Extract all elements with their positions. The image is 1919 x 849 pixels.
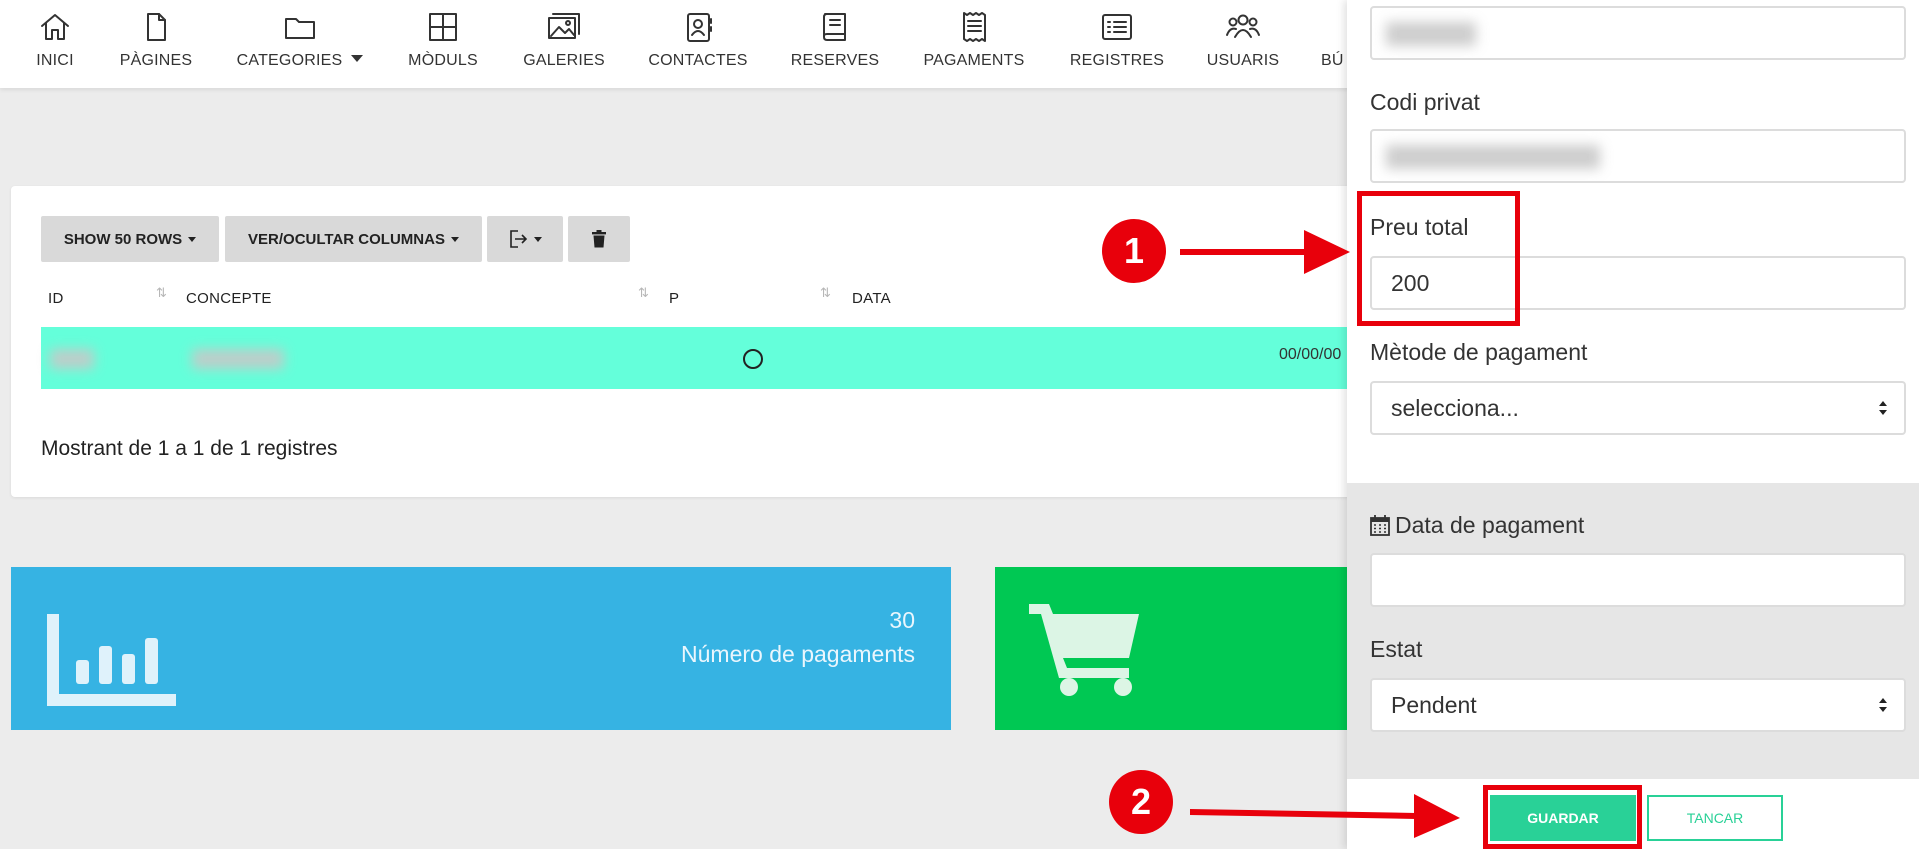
status-value: Pendent xyxy=(1391,691,1477,718)
home-icon xyxy=(37,10,73,44)
trash-icon xyxy=(592,230,606,248)
status-select[interactable]: Pendent xyxy=(1370,678,1906,732)
show-rows-button[interactable]: SHOW 50 ROWS xyxy=(41,216,219,262)
nav-item-moduls[interactable]: MÒDULS xyxy=(406,0,480,88)
payment-method-select[interactable]: selecciona... xyxy=(1370,381,1906,435)
blurred-value xyxy=(1386,145,1600,169)
nav-item-pagines[interactable]: PÀGINES xyxy=(118,0,194,88)
nav-label: CONTACTES xyxy=(648,52,748,69)
nav-item-pagaments[interactable]: PAGAMENTS xyxy=(922,0,1026,88)
nav-label: MÒDULS xyxy=(408,52,478,69)
nav-label: INICI xyxy=(36,52,74,69)
blurred-value xyxy=(1386,22,1476,46)
caret-down-icon xyxy=(188,236,197,242)
nav-item-galeries[interactable]: GALERIES xyxy=(523,0,605,88)
payment-method-label: Mètode de pagament xyxy=(1370,339,1588,365)
toggle-columns-label: VER/OCULTAR COLUMNAS xyxy=(248,230,445,248)
table-info: Mostrant de 1 a 1 de 1 registres xyxy=(41,437,338,460)
nav-label: CATEGORIES xyxy=(237,52,364,70)
step-2-badge: 2 xyxy=(1109,770,1173,834)
private-code-label: Codi privat xyxy=(1370,89,1480,115)
folder-icon xyxy=(282,10,318,44)
nav-item-usuaris[interactable]: USUARIS xyxy=(1206,0,1280,88)
chevron-down-icon xyxy=(351,55,364,62)
arrow-2 xyxy=(1190,794,1460,838)
toggle-columns-button[interactable]: VER/OCULTAR COLUMNAS xyxy=(225,216,482,262)
arrow-1 xyxy=(1180,230,1350,274)
payments-count-value: 30 xyxy=(889,607,915,633)
highlight-total-price xyxy=(1357,191,1520,326)
nav-label: REGISTRES xyxy=(1069,52,1165,69)
payments-count-label: Número de pagaments xyxy=(681,641,915,667)
book-icon xyxy=(817,10,853,44)
nav-item-registres[interactable]: REGISTRES xyxy=(1070,0,1164,88)
redacted-field[interactable] xyxy=(1370,6,1906,60)
caret-down-icon xyxy=(450,236,459,242)
nav-item-reserves[interactable]: RESERVES xyxy=(790,0,880,88)
select-arrows-icon xyxy=(1879,401,1887,415)
column-header-id[interactable]: ID xyxy=(48,290,64,307)
calendar-icon xyxy=(1370,515,1390,536)
file-icon xyxy=(138,10,174,44)
caret-down-icon xyxy=(534,236,542,242)
nav-label: PAGAMENTS xyxy=(923,52,1025,69)
column-header-date[interactable]: DATA xyxy=(852,290,891,307)
nav-label: GALERIES xyxy=(523,52,605,69)
nav-label: PÀGINES xyxy=(119,52,193,69)
sort-icon[interactable]: ⇅ xyxy=(820,285,831,301)
nav-label: RESERVES xyxy=(790,52,880,69)
nav-item-search[interactable]: BÚ xyxy=(1321,0,1347,88)
payment-date-label-row: Data de pagament xyxy=(1370,512,1584,539)
nav-item-categories[interactable]: CATEGORIES xyxy=(236,0,364,88)
select-arrows-icon xyxy=(1879,698,1887,712)
column-header-p[interactable]: P xyxy=(669,290,679,307)
delete-button[interactable] xyxy=(568,216,630,262)
export-icon xyxy=(510,230,528,248)
sort-icon[interactable]: ⇅ xyxy=(156,285,167,301)
grid-icon xyxy=(425,10,461,44)
blurred-id xyxy=(50,349,94,369)
users-icon xyxy=(1225,10,1261,44)
step-1-badge: 1 xyxy=(1102,219,1166,283)
close-button[interactable]: TANCAR xyxy=(1647,795,1783,841)
sort-icon[interactable]: ⇅ xyxy=(638,285,649,301)
column-header-concept[interactable]: CONCEPTE xyxy=(186,290,272,307)
cart-icon xyxy=(1029,604,1139,696)
orders-card xyxy=(995,567,1355,730)
bar-chart-icon xyxy=(47,614,176,706)
row-date: 00/00/00 xyxy=(1279,346,1342,363)
private-code-field[interactable] xyxy=(1370,129,1906,183)
nav-item-inici[interactable]: INICI xyxy=(30,0,80,88)
payment-method-value: selecciona... xyxy=(1391,394,1519,421)
nav-label: BÚ xyxy=(1321,52,1344,69)
payment-date-label: Data de pagament xyxy=(1395,512,1585,538)
receipt-icon xyxy=(956,10,992,44)
nav-item-contactes[interactable]: CONTACTES xyxy=(648,0,748,88)
status-label: Estat xyxy=(1370,636,1423,662)
payments-count-card: 30 Número de pagaments xyxy=(11,567,951,730)
show-rows-label: SHOW 50 ROWS xyxy=(63,230,183,248)
row-radio[interactable] xyxy=(743,349,763,369)
nav-label: USUARIS xyxy=(1206,52,1280,69)
contacts-icon xyxy=(680,10,716,44)
blurred-concept xyxy=(192,349,284,369)
images-icon xyxy=(546,10,582,44)
export-button[interactable] xyxy=(487,216,563,262)
list-icon xyxy=(1099,10,1135,44)
payment-date-field[interactable] xyxy=(1370,553,1906,607)
highlight-save-button xyxy=(1483,785,1642,849)
